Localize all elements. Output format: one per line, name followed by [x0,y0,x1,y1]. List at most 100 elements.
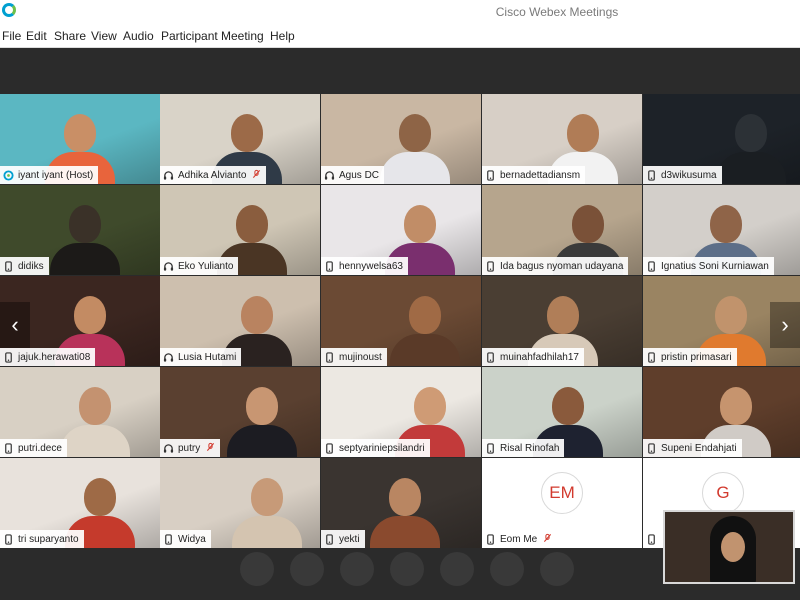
phone-icon [324,351,335,363]
phone-icon [485,260,496,272]
phone-icon [3,533,14,545]
participant-tile[interactable]: Agus DC [321,94,481,184]
participant-tile[interactable]: iyant iyant (Host) [0,94,160,184]
participant-face [236,205,268,243]
participant-name-tag: pristin primasari [643,348,737,366]
participant-tile[interactable]: Ida bagus nyoman udayana [482,185,642,275]
participant-tile[interactable]: Supeni Endahjati [643,367,800,457]
participant-tile[interactable]: muinahfadhilah17 [482,276,642,366]
participant-figure [232,478,302,548]
mute-button[interactable] [240,552,274,586]
phone-icon [646,351,657,363]
participant-name-tag [643,530,659,548]
participant-tile[interactable]: Widya [160,458,320,548]
participant-name-tag: Ignatius Soni Kurniawan [643,257,774,275]
participant-name: putry [178,442,201,454]
menu-audio[interactable]: Audio [123,29,154,43]
participant-body [370,516,440,548]
participant-body [50,243,120,275]
participant-name-tag: Adhika Alvianto [160,166,267,184]
participant-tile[interactable]: bernadettadiansm [482,94,642,184]
menu-help[interactable]: Help [270,29,295,43]
participant-tile[interactable]: Lusia Hutami [160,276,320,366]
participant-name: Risal Rinofah [500,442,560,454]
record-button[interactable] [390,552,424,586]
menu-edit[interactable]: Edit [26,29,47,43]
participant-name: Eom Me [500,533,538,545]
participant-body [390,334,460,366]
phone-icon [485,169,496,181]
menu-participant[interactable]: Participant [161,29,218,43]
participant-name-tag: septyariniepsilandri [321,439,430,457]
participant-name: tri suparyanto [18,533,79,545]
participant-face [74,296,106,334]
participant-name-tag: bernadettadiansm [482,166,586,184]
participant-tile[interactable]: Adhika Alvianto [160,94,320,184]
muted-mic-icon [252,169,261,182]
phone-icon [3,442,14,454]
menu-file[interactable]: File [2,29,21,43]
participant-tile[interactable]: d3wikusuma [643,94,800,184]
participant-name: hennywelsa63 [339,260,403,272]
participant-tile[interactable]: hennywelsa63 [321,185,481,275]
participant-name-tag: Eom Me [482,530,558,548]
phone-icon [163,533,174,545]
participant-body [380,152,450,184]
headset-icon [163,261,174,272]
muted-mic-icon [543,533,552,546]
participant-name-tag: Risal Rinofah [482,439,565,457]
participant-name: Adhika Alvianto [178,169,247,181]
participant-tile[interactable]: EM Eom Me [482,458,642,548]
leave-button[interactable] [540,552,574,586]
self-view-video[interactable] [663,510,795,584]
participant-face [389,478,421,516]
participant-name-tag: didiks [0,257,49,275]
previous-page-button[interactable]: ‹ [0,302,30,348]
menu-share[interactable]: Share [54,29,86,43]
participants-button[interactable] [440,552,474,586]
phone-icon [485,351,496,363]
participant-name: Widya [178,533,206,545]
participant-face [414,387,446,425]
participant-tile[interactable]: Ignatius Soni Kurniawan [643,185,800,275]
participant-tile[interactable]: mujinoust [321,276,481,366]
phone-icon [646,533,657,545]
phone-icon [646,169,657,181]
participant-face [69,205,101,243]
participant-face [409,296,441,334]
participant-name: Ignatius Soni Kurniawan [661,260,769,272]
next-page-button[interactable]: › [770,302,800,348]
participant-body [227,425,297,457]
participant-tile[interactable]: tri suparyanto [0,458,160,548]
participant-face [547,296,579,334]
participant-tile[interactable]: putri.dece [0,367,160,457]
participant-figure [50,205,120,275]
participant-figure [390,296,460,366]
share-button[interactable] [340,552,374,586]
participant-face [246,387,278,425]
participant-tile[interactable]: septyariniepsilandri [321,367,481,457]
participant-figure [370,478,440,548]
chevron-right-icon: › [781,312,789,337]
participant-face [251,478,283,516]
participant-face [84,478,116,516]
participant-tile[interactable]: putry [160,367,320,457]
participant-face [567,114,599,152]
participant-face [64,114,96,152]
participant-name: mujinoust [339,351,382,363]
menu-meeting[interactable]: Meeting [221,29,264,43]
participant-tile[interactable]: yekti [321,458,481,548]
participant-tile[interactable]: didiks [0,185,160,275]
participant-name-tag: Supeni Endahjati [643,439,742,457]
participant-face [572,205,604,243]
participant-tile[interactable]: Eko Yulianto [160,185,320,275]
video-button[interactable] [290,552,324,586]
more-button[interactable] [490,552,524,586]
participant-name: Ida bagus nyoman udayana [500,260,624,272]
participant-tile[interactable]: Risal Rinofah [482,367,642,457]
participant-name: Lusia Hutami [178,351,237,363]
menu-view[interactable]: View [91,29,117,43]
participant-name: didiks [18,260,44,272]
participant-name-tag: Agus DC [321,166,385,184]
muted-mic-icon [206,442,215,455]
